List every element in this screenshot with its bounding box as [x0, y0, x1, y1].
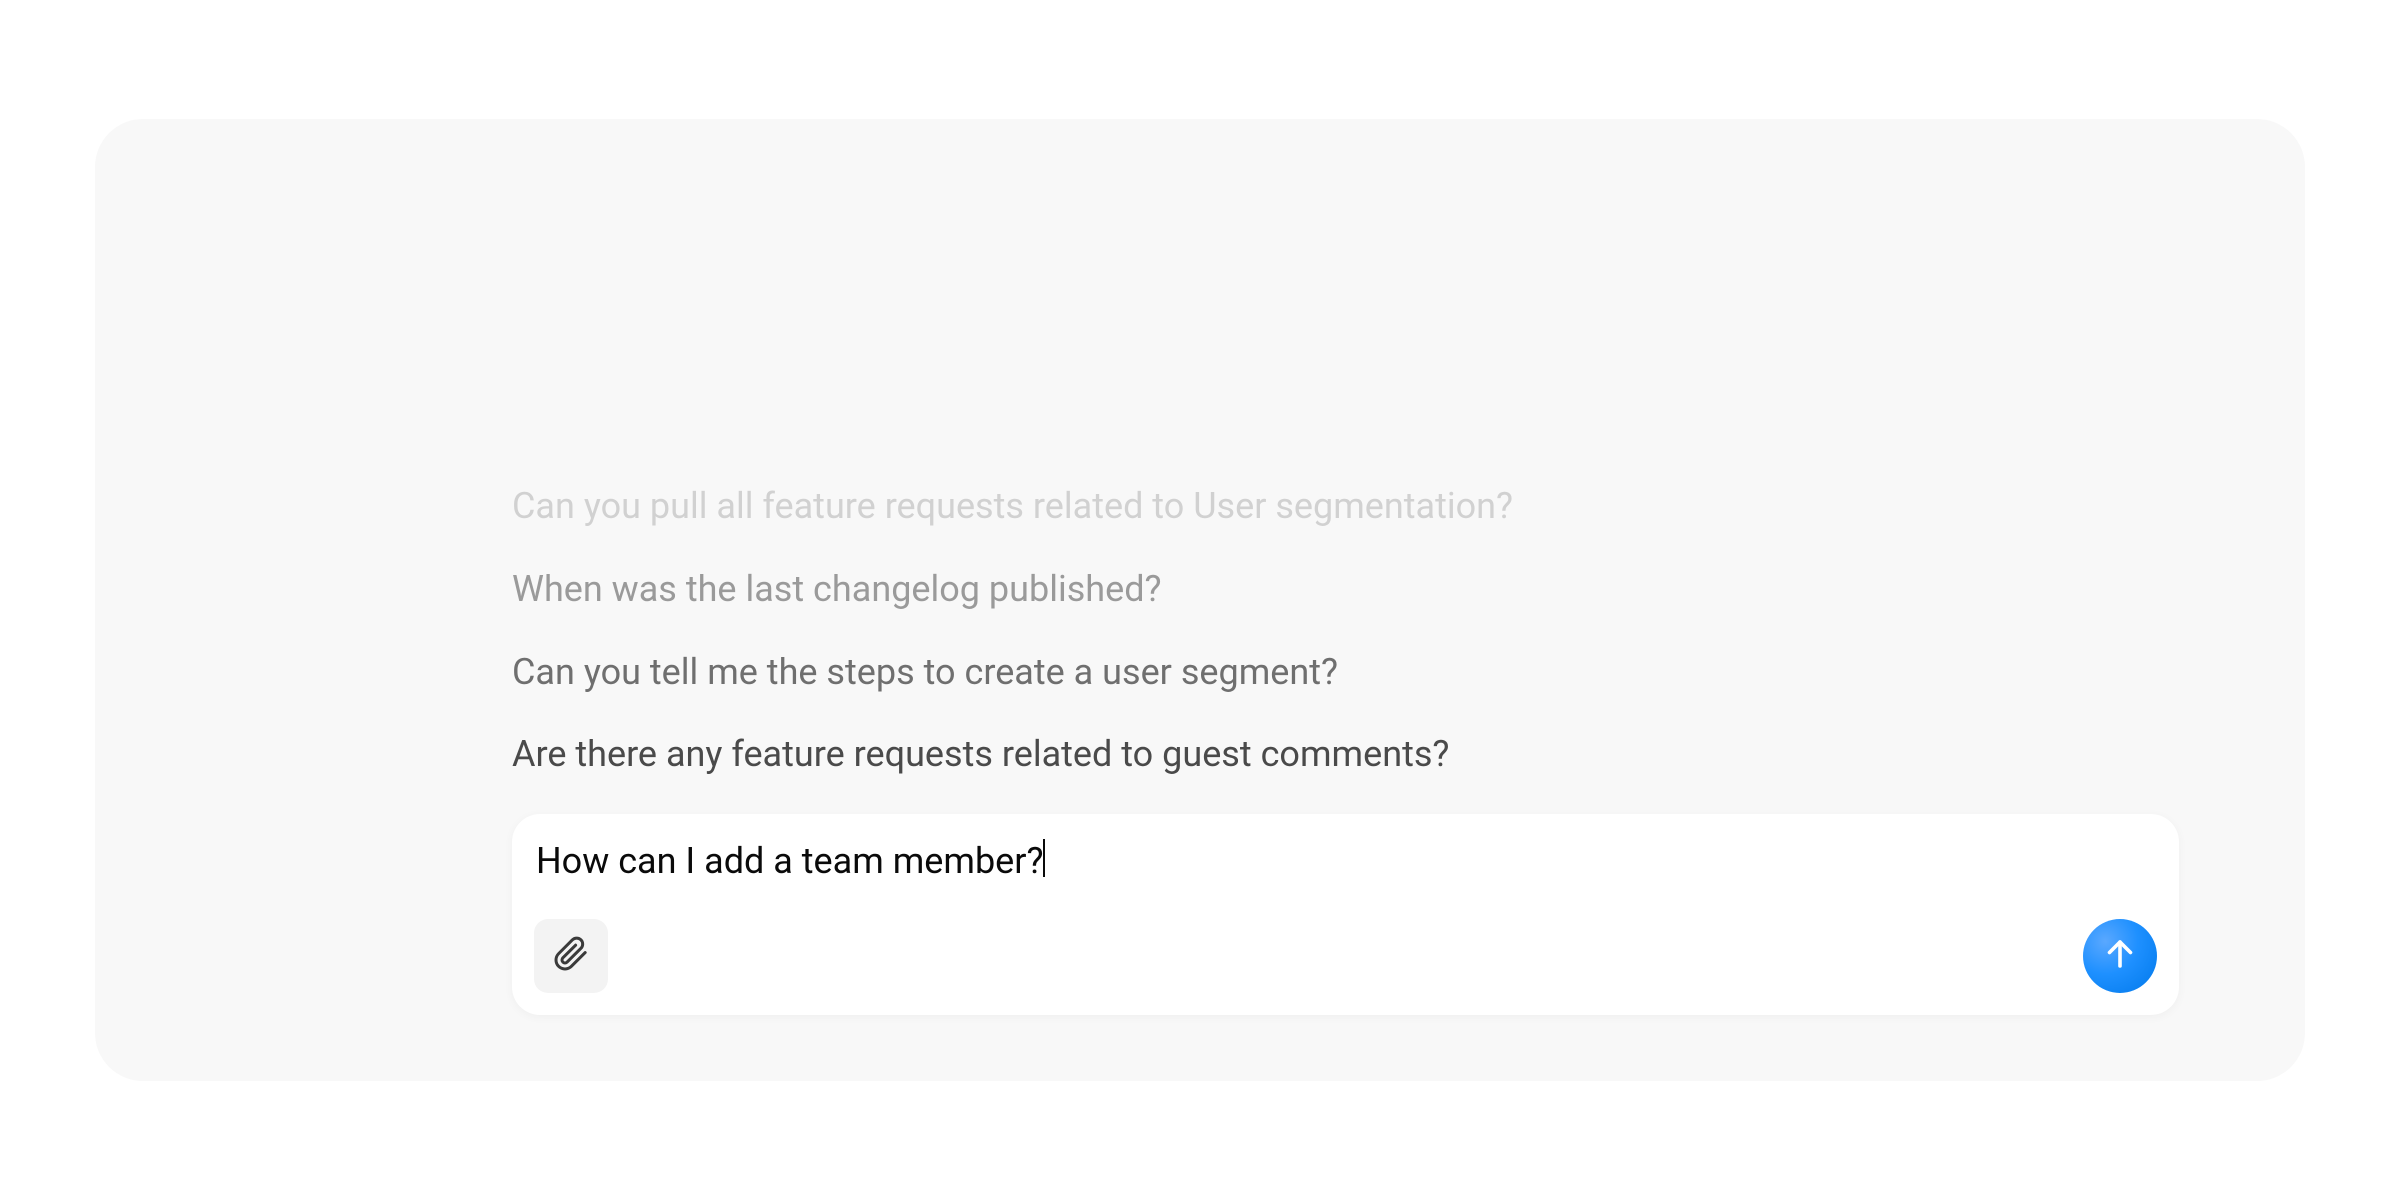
- message-input-card: How can I add a team member?: [512, 814, 2179, 1015]
- input-actions-row: [534, 919, 2157, 993]
- suggestion-item[interactable]: When was the last changelog published?: [512, 566, 2179, 613]
- arrow-up-icon: [2102, 936, 2138, 975]
- paperclip-icon: [553, 936, 589, 975]
- send-button[interactable]: [2083, 919, 2157, 993]
- chat-content: Can you pull all feature requests relate…: [512, 483, 2179, 1015]
- suggestion-item[interactable]: Are there any feature requests related t…: [512, 731, 2179, 778]
- text-cursor: [1043, 839, 1045, 877]
- message-input-text: How can I add a team member?: [534, 838, 1043, 885]
- suggestion-item[interactable]: Can you pull all feature requests relate…: [512, 483, 2179, 530]
- attach-button[interactable]: [534, 919, 608, 993]
- chat-panel: Can you pull all feature requests relate…: [95, 119, 2305, 1081]
- suggestion-item[interactable]: Can you tell me the steps to create a us…: [512, 649, 2179, 696]
- message-input[interactable]: How can I add a team member?: [534, 838, 2157, 919]
